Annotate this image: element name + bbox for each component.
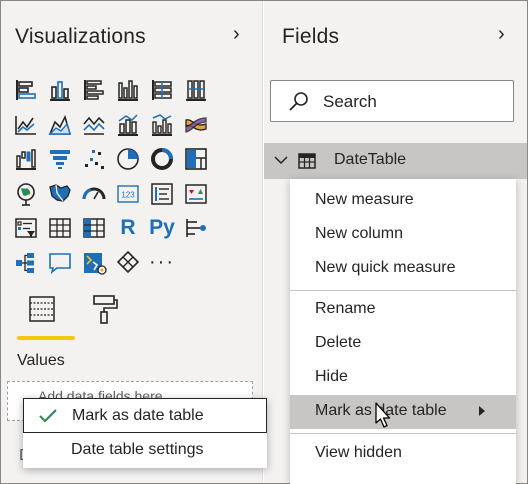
chevron-down-icon[interactable] [272,151,290,169]
donut-chart-icon[interactable] [145,142,179,176]
key-influencers-icon[interactable] [179,211,213,245]
100-stacked-column-chart-icon[interactable] [179,73,213,107]
line-and-clustered-column-chart-icon[interactable] [145,108,179,142]
blank-slot [213,211,247,245]
menu-item-mark-as-date-table[interactable]: Mark as date table [290,395,516,429]
submenu-arrow-icon [479,406,485,416]
ribbon-chart-icon[interactable] [179,108,213,142]
fields-title: Fields [282,25,340,48]
qa-icon[interactable] [43,246,77,280]
clustered-bar-chart-icon[interactable] [77,73,111,107]
menu-separator [290,290,516,291]
table-icon [298,153,316,169]
menu-item-delete[interactable]: Delete [290,327,516,361]
gauge-icon[interactable] [77,177,111,211]
area-chart-icon[interactable] [43,108,77,142]
submenu-item-date-table-settings[interactable]: Date table settings [23,433,267,468]
blank-slot [213,177,247,211]
menu-item-new-column[interactable]: New column [290,218,516,252]
r-script-visual-icon[interactable]: R [111,211,145,245]
python-visual-icon[interactable]: Py [145,211,179,245]
search-icon [289,92,308,111]
power-apps-icon[interactable] [111,246,145,280]
collapse-visualizations-chevron-icon[interactable]: › [233,23,240,46]
card-icon[interactable]: 123 [111,177,145,211]
active-tab-indicator [17,336,75,340]
slicer-icon[interactable] [9,211,43,245]
matrix-icon[interactable] [77,211,111,245]
paint-roller-icon [93,295,118,324]
filled-map-icon[interactable] [43,177,77,211]
kpi-icon[interactable] [179,177,213,211]
table-header-datetable[interactable]: DateTable [264,143,527,179]
menu-item-hide[interactable]: Hide [290,361,516,395]
build-visual-tab[interactable] [25,293,59,333]
blank-slot [213,108,247,142]
collapse-fields-chevron-icon[interactable]: › [498,23,505,46]
mouse-cursor-icon [375,402,391,428]
menu-item-new-measure[interactable]: New measure [290,184,516,218]
100-stacked-bar-chart-icon[interactable] [145,73,179,107]
pie-chart-icon[interactable] [111,142,145,176]
blank-slot [213,73,247,107]
values-well-label: Values [17,352,65,369]
visualizations-title: Visualizations [15,25,146,48]
fields-search-input[interactable]: Search [270,80,514,122]
decomposition-tree-icon[interactable] [9,246,43,280]
submenu-item-mark-as-date-table[interactable]: Mark as date table [23,398,267,433]
menu-item-new-quick-measure[interactable]: New quick measure [290,252,516,286]
table-context-menu: New measure New column New quick measure… [290,179,516,484]
funnel-chart-icon[interactable] [43,142,77,176]
stacked-bar-chart-icon[interactable] [9,73,43,107]
stacked-column-chart-icon[interactable] [43,73,77,107]
map-icon[interactable] [9,177,43,211]
scatter-chart-icon[interactable] [77,142,111,176]
visual-type-gallery: 123 R Py ··· [9,73,249,280]
svg-text:123: 123 [121,190,135,199]
search-placeholder: Search [323,92,377,111]
format-visual-tab[interactable] [87,293,121,333]
table-name: DateTable [334,151,407,168]
clustered-column-chart-icon[interactable] [111,73,145,107]
line-chart-icon[interactable] [9,108,43,142]
checkmark-icon [39,409,57,423]
table-icon[interactable] [43,211,77,245]
menu-separator [290,433,516,434]
blank-slot [213,142,247,176]
waterfall-chart-icon[interactable] [9,142,43,176]
menu-item-view-hidden[interactable]: View hidden [290,437,516,471]
more-visuals-icon[interactable]: ··· [145,246,179,280]
fields-well-icon [29,296,55,322]
multi-row-card-icon[interactable] [145,177,179,211]
treemap-icon[interactable] [179,142,213,176]
line-and-stacked-column-chart-icon[interactable] [111,108,145,142]
smart-narrative-icon[interactable] [77,246,111,280]
date-table-submenu: Mark as date table Date table settings [23,398,267,468]
menu-item-rename[interactable]: Rename [290,293,516,327]
stacked-area-chart-icon[interactable] [77,108,111,142]
